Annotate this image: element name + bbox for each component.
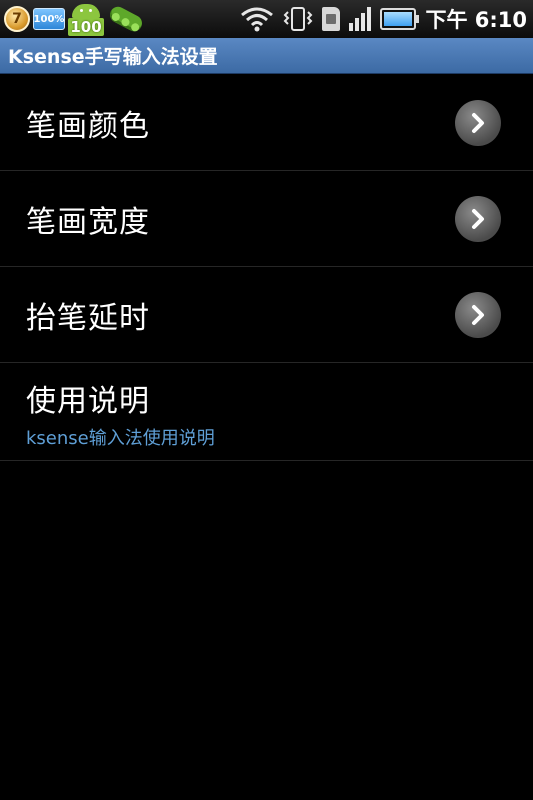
setting-label: 抬笔延时: [26, 300, 150, 336]
setting-label: 使用说明: [26, 383, 150, 419]
battery-percent-icon: 100%: [33, 8, 65, 30]
title-bar: Ksense手写输入法设置: [0, 38, 533, 74]
setting-instructions[interactable]: 使用说明 ksense输入法使用说明: [0, 363, 533, 461]
chevron-right-icon: [455, 291, 501, 338]
chevron-right-icon: [455, 195, 501, 242]
android-app-icon: 100: [68, 2, 104, 36]
page-title: Ksense手写输入法设置: [8, 46, 218, 68]
setting-stroke-color[interactable]: 笔画颜色: [0, 75, 533, 171]
pea-pod-icon: [107, 3, 145, 35]
battery-percent-label: 100%: [33, 13, 65, 25]
setting-stroke-width[interactable]: 笔画宽度: [0, 171, 533, 267]
notification-icons: 7 100% 100: [4, 2, 145, 36]
status-bar: 7 100% 100 下午 6:10: [0, 0, 533, 38]
signal-bars-icon: [349, 7, 372, 31]
vibrate-icon: [283, 6, 313, 32]
setting-pen-lift-delay[interactable]: 抬笔延时: [0, 267, 533, 363]
setting-summary: ksense输入法使用说明: [26, 427, 215, 449]
sim-card-icon: [322, 7, 341, 31]
wifi-icon: [240, 6, 274, 32]
setting-label: 笔画颜色: [26, 108, 150, 144]
coin-badge-count: 7: [12, 11, 22, 27]
clock: 下午 6:10: [425, 8, 527, 32]
chevron-right-icon: [455, 99, 501, 146]
system-icons: 下午 6:10: [240, 4, 527, 34]
battery-icon: [380, 8, 420, 30]
settings-list: 笔画颜色 笔画宽度 抬笔延时 使用说明 ksense输入法使用说明: [0, 75, 533, 461]
coin-badge-icon: 7: [4, 6, 30, 32]
setting-label: 笔画宽度: [26, 204, 150, 240]
android-app-count: 100: [68, 18, 104, 36]
